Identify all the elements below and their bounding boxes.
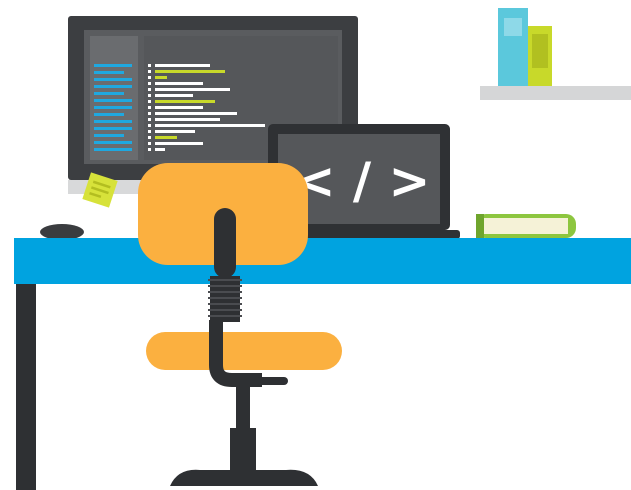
- code-line: [155, 100, 215, 103]
- code-bullet: [148, 106, 151, 109]
- code-bullet: [148, 70, 151, 73]
- code-bullet: [148, 148, 151, 151]
- workspace-illustration: < / >: [0, 0, 631, 490]
- spring-coil: [208, 297, 242, 299]
- code-bullet: [148, 88, 151, 91]
- code-line: [155, 82, 203, 85]
- code-line: [155, 136, 177, 139]
- code-line: [155, 148, 165, 151]
- laptop-code-symbol: < / >: [294, 152, 431, 210]
- code-bullet: [148, 82, 151, 85]
- chair-back-support: [214, 208, 236, 278]
- sidebar-line: [94, 113, 124, 116]
- sidebar-line: [94, 134, 124, 137]
- sidebar-line: [94, 92, 124, 95]
- code-bullet: [148, 100, 151, 103]
- code-bullet: [148, 124, 151, 127]
- code-line: [155, 130, 195, 133]
- code-line: [155, 88, 230, 91]
- sidebar-line: [94, 106, 132, 109]
- spring-coil: [208, 315, 242, 317]
- sidebar-line: [94, 120, 132, 123]
- shelf-icon: [480, 8, 631, 100]
- code-line: [155, 124, 265, 127]
- spring-coil: [208, 309, 242, 311]
- code-bullet: [148, 118, 151, 121]
- code-bullet: [148, 64, 151, 67]
- code-line: [155, 112, 237, 115]
- sidebar-line: [94, 99, 132, 102]
- code-bullet: [148, 94, 151, 97]
- code-line: [155, 94, 193, 97]
- code-bullet: [148, 76, 151, 79]
- sidebar-line: [94, 85, 132, 88]
- sidebar-line: [94, 148, 132, 151]
- spring-coil: [208, 285, 242, 287]
- shelf-board: [480, 86, 631, 100]
- code-line: [155, 76, 167, 79]
- book-icon: [476, 214, 576, 238]
- workspace-art: < / >: [14, 8, 631, 490]
- code-line: [155, 142, 203, 145]
- chair-column: [230, 428, 256, 472]
- chair-lever: [256, 377, 288, 385]
- spring-coil: [208, 279, 242, 281]
- code-line: [155, 64, 210, 67]
- chair-seat: [146, 332, 342, 370]
- code-line: [155, 118, 220, 121]
- shelf-book-blue-label: [504, 18, 522, 36]
- shelf-book-green-label: [532, 34, 548, 68]
- code-bullet: [148, 136, 151, 139]
- spring-coil: [208, 291, 242, 293]
- sidebar-line: [94, 64, 132, 67]
- desk-leg-left: [16, 284, 36, 490]
- spring-coil: [208, 303, 242, 305]
- sidebar-line: [94, 71, 124, 74]
- code-line: [155, 70, 225, 73]
- chair-gas-cylinder: [236, 380, 250, 430]
- desk-top: [14, 238, 631, 284]
- mouse-icon: [40, 224, 84, 240]
- code-bullet: [148, 142, 151, 145]
- book-pages: [476, 218, 568, 234]
- sidebar-line: [94, 127, 132, 130]
- code-bullet: [148, 112, 151, 115]
- sidebar-line: [94, 141, 132, 144]
- code-line: [155, 106, 203, 109]
- book-spine: [476, 214, 484, 238]
- chair-base: [170, 469, 318, 486]
- sidebar-line: [94, 78, 132, 81]
- code-bullet: [148, 130, 151, 133]
